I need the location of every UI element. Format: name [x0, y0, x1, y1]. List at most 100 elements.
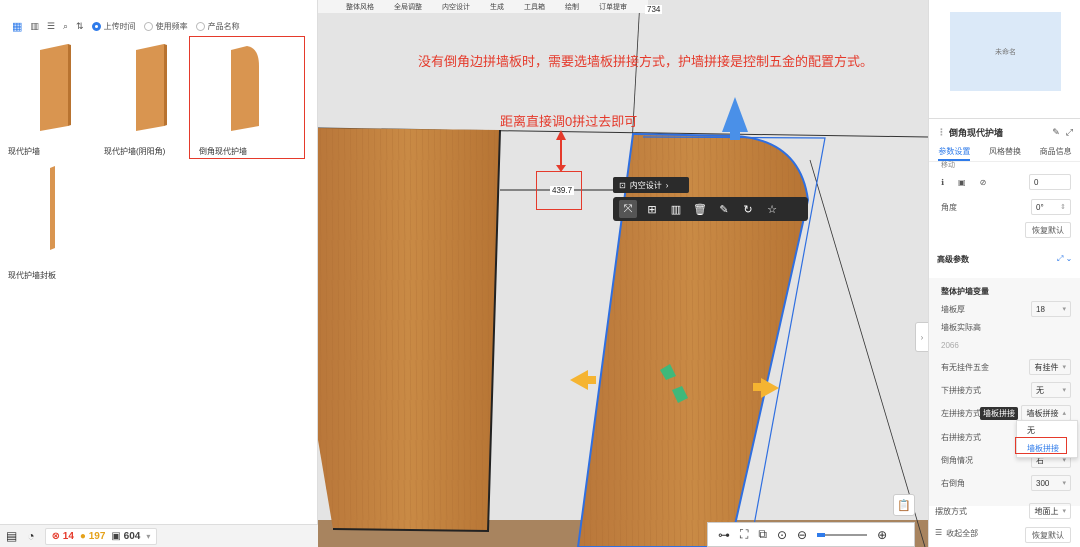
- library-panel: ▦ ▥ ☰ ⌕ ⇅ 上传时间 使用频率 产品名称 现代护墙 现代护墙(阴阳角) …: [0, 0, 318, 524]
- tab-product-info[interactable]: 商品信息: [1040, 146, 1072, 161]
- reset-all-button[interactable]: 恢复默认: [1025, 527, 1071, 543]
- props-title: 倒角现代护墙: [949, 128, 1004, 138]
- object-toolbar: ⤧ ⊞ ▥ 🗑 ✎ ↻ ☆: [613, 197, 808, 221]
- stepper-icon[interactable]: ⇕: [1060, 203, 1066, 211]
- move-row: ℹ ▣ ⊘ 0: [941, 173, 1071, 191]
- toolbar-toolbox[interactable]: 工具箱: [524, 2, 545, 12]
- move-label: 移动: [941, 162, 955, 169]
- library-item[interactable]: 现代护墙封板: [8, 160, 103, 280]
- error-count: ⊗ 14: [51, 530, 74, 542]
- angle-input[interactable]: 0° ⇕: [1031, 199, 1071, 215]
- rotate-360-icon[interactable]: ↻: [739, 200, 757, 218]
- toolbar-interior[interactable]: 内空设计: [442, 2, 470, 12]
- split-icon[interactable]: ▥: [667, 200, 685, 218]
- group-title: 整体护墙变量: [941, 287, 989, 296]
- tab-params[interactable]: 参数设置: [938, 146, 971, 161]
- param-select[interactable]: 地面上 ▾: [1029, 503, 1071, 519]
- chevron-down-icon: ▾: [146, 531, 151, 541]
- library-item[interactable]: 现代护墙: [8, 36, 103, 156]
- toolbar-global[interactable]: 全局调整: [394, 2, 422, 12]
- grid-view-icon[interactable]: ▦: [12, 20, 22, 33]
- chevron-right-icon: ›: [665, 180, 669, 190]
- layers-icon[interactable]: ▤: [6, 529, 17, 543]
- param-select[interactable]: 300 ▾: [1031, 475, 1071, 491]
- library-item-label: 现代护墙: [8, 147, 40, 156]
- move-input[interactable]: 0: [1029, 174, 1071, 190]
- param-select[interactable]: 墙板拼接 ▴: [1021, 405, 1071, 421]
- tab-style[interactable]: 风格替换: [989, 146, 1021, 161]
- annotation-note: 没有倒角边拼墙板时，需要选墙板拼接方式，护墙拼接是控制五金的配置方式。: [418, 54, 874, 69]
- collapse-all-button[interactable]: ☰ 收起全部: [935, 528, 978, 539]
- move-z-icon[interactable]: ⊘: [980, 178, 987, 187]
- delete-icon[interactable]: 🗑: [691, 200, 709, 218]
- library-toolbar: ▦ ▥ ☰ ⌕ ⇅ 上传时间 使用频率 产品名称: [12, 20, 240, 33]
- ruler-value: 734: [645, 5, 663, 14]
- top-toolbar: 整体风格 全局调整 内空设计 生成 工具箱 绘制 订单提审: [318, 0, 648, 13]
- warning-count: ● 197: [79, 530, 106, 542]
- library-item-label: 现代护墙封板: [8, 271, 56, 280]
- 3d-viewport[interactable]: 整体风格 全局调整 内空设计 生成 工具箱 绘制 订单提审: [318, 0, 928, 547]
- expand-icon[interactable]: ⤢: [1066, 127, 1073, 138]
- advanced-expand-icon[interactable]: ⤢ ⌄: [1057, 254, 1072, 264]
- toolbar-draw[interactable]: 绘制: [565, 2, 579, 12]
- zoom-out-icon[interactable]: ⊖: [797, 528, 807, 542]
- status-bar: ▤ ◔ ⊗ 14 ● 197 ▣ 604 ▾: [0, 524, 318, 547]
- move-x-icon[interactable]: ℹ: [941, 178, 944, 187]
- toggle-icon[interactable]: ⊶: [718, 528, 730, 542]
- camera-icon[interactable]: ⧉: [758, 527, 767, 542]
- move-y-icon[interactable]: ▣: [958, 178, 966, 187]
- param-row: 下拼接方式 无 ▾: [941, 381, 1071, 399]
- param-select[interactable]: 18 ▾: [1031, 301, 1071, 317]
- toolbar-generate[interactable]: 生成: [490, 2, 504, 12]
- drag-handle-icon[interactable]: ⋮: [937, 127, 946, 138]
- sort-upload-time[interactable]: 上传时间: [91, 21, 136, 32]
- param-select[interactable]: 有挂件 ▾: [1029, 359, 1071, 375]
- angle-row: 角度 0° ⇕: [941, 198, 1071, 216]
- zoom-slider[interactable]: [817, 532, 868, 537]
- star-icon[interactable]: ☆: [763, 200, 781, 218]
- sort-icon[interactable]: ⇅: [76, 21, 84, 32]
- focus-icon[interactable]: ⊙: [777, 528, 787, 542]
- collapse-icon: ☰: [935, 528, 943, 537]
- issue-counter[interactable]: ⊗ 14 ● 197 ▣ 604 ▾: [44, 527, 158, 545]
- param-row: 摆放方式 地面上 ▾: [935, 502, 1071, 520]
- view-tools: ⊶ ⛶ ⧉ ⊙ ⊖ ⊕: [707, 522, 915, 547]
- chevron-down-icon: ▾: [1062, 364, 1066, 371]
- search-icon[interactable]: ⌕: [63, 21, 68, 32]
- param-select[interactable]: 无 ▾: [1031, 382, 1071, 398]
- scene-canvas[interactable]: [318, 0, 928, 547]
- edit-icon[interactable]: ✎: [1052, 127, 1060, 138]
- param-row: 墙板厚 18 ▾: [941, 300, 1071, 318]
- item-count: ▣ 604: [111, 530, 141, 542]
- advanced-title: 高级参数: [937, 255, 969, 264]
- dimension-value[interactable]: 439.7: [550, 186, 575, 195]
- annotation-distance: 距离直接调0拼过去即可: [500, 114, 638, 129]
- reset-default-button[interactable]: 恢复默认: [1025, 222, 1071, 238]
- toolbar-style[interactable]: 整体风格: [346, 2, 374, 12]
- clipboard-icon[interactable]: 📋: [893, 494, 915, 516]
- transform-icon[interactable]: ⤧: [619, 200, 637, 218]
- tooltip: 墙板拼接: [980, 407, 1018, 420]
- chevron-down-icon: ▾: [1062, 306, 1066, 313]
- param-row: 墙板实际高: [941, 322, 981, 332]
- chevron-up-icon: ▴: [1062, 410, 1066, 417]
- toolbar-order[interactable]: 订单提审: [599, 2, 627, 12]
- library-item[interactable]: 现代护墙(阴阳角): [104, 36, 199, 156]
- collapse-panel-button[interactable]: ›: [915, 322, 928, 352]
- zoom-in-icon[interactable]: ⊕: [877, 528, 887, 542]
- sort-frequency[interactable]: 使用频率: [143, 21, 188, 32]
- duplicate-icon[interactable]: ⊞: [643, 200, 661, 218]
- edge-panel-thumbnail: [50, 166, 55, 250]
- brush-icon[interactable]: ✎: [715, 200, 733, 218]
- fit-view-icon[interactable]: ⛶: [740, 527, 748, 542]
- list-view-icon[interactable]: ▥: [30, 21, 39, 32]
- param-row: 右倒角 300 ▾: [941, 474, 1071, 492]
- option-highlight: [1015, 437, 1067, 454]
- gauge-icon[interactable]: ◔: [27, 529, 34, 543]
- chevron-down-icon: ▾: [1062, 480, 1066, 487]
- properties-panel: 未命名 ⋮ 倒角现代护墙 ✎ ⤢ 参数设置 风格替换 商品信息 移动 ℹ ▣ ⊘…: [928, 0, 1080, 547]
- filter-icon[interactable]: ☰: [47, 21, 55, 32]
- context-title[interactable]: ⊡ 内空设计 ›: [613, 177, 689, 193]
- sort-product-name[interactable]: 产品名称: [195, 21, 240, 32]
- chevron-down-icon: ▾: [1062, 508, 1066, 515]
